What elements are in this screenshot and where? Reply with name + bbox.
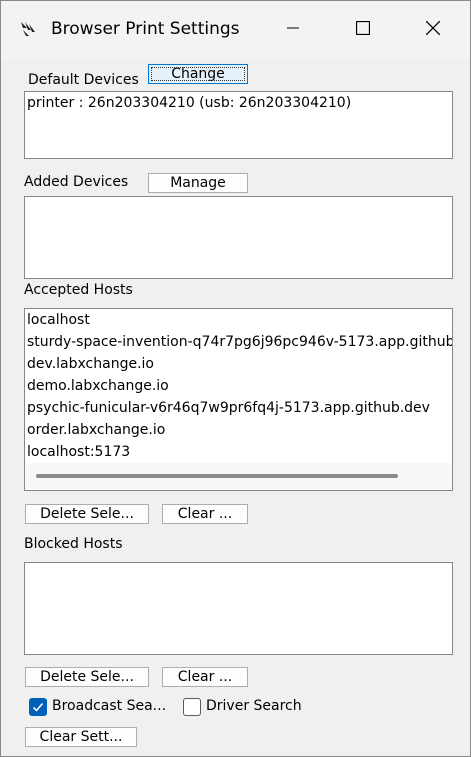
list-item[interactable]: demo.labxchange.io [25, 375, 452, 397]
list-item[interactable]: localhost [25, 309, 452, 331]
clear-accepted-button[interactable]: Clear ... [162, 504, 248, 524]
scrollbar-thumb[interactable] [36, 474, 398, 478]
accepted-hosts-label: Accepted Hosts [24, 282, 133, 298]
delete-selected-accepted-button[interactable]: Delete Sele... [25, 504, 149, 524]
maximize-icon [355, 20, 371, 39]
minimize-icon [287, 22, 299, 38]
driver-search-checkbox[interactable] [183, 698, 201, 716]
close-button[interactable] [398, 1, 468, 59]
minimize-button[interactable] [258, 1, 328, 59]
maximize-button[interactable] [328, 1, 398, 59]
accepted-hosts-list[interactable]: localhost sturdy-space-invention-q74r7pg… [24, 308, 453, 491]
list-item[interactable]: order.labxchange.io [25, 419, 452, 441]
broadcast-search-label[interactable]: Broadcast Sea... [52, 698, 166, 714]
driver-search-label[interactable]: Driver Search [206, 698, 302, 714]
browser-print-settings-window: Browser Print Settings Default Devices C… [0, 0, 471, 757]
list-item[interactable]: printer : 26n203304210 (usb: 26n20330421… [25, 92, 452, 114]
list-item[interactable]: psychic-funicular-v6r46q7w9pr6fq4j-5173.… [25, 397, 452, 419]
default-devices-label: Default Devices [28, 72, 139, 88]
list-item[interactable]: dev.labxchange.io [25, 353, 452, 375]
list-item[interactable]: sturdy-space-invention-q74r7pg6j96pc946v… [25, 331, 452, 353]
list-item[interactable]: localhost:5173 [25, 441, 452, 463]
broadcast-search-checkbox[interactable] [29, 698, 47, 716]
close-icon [425, 20, 441, 39]
zebra-app-icon [19, 20, 37, 38]
title-bar[interactable]: Browser Print Settings [1, 1, 470, 59]
clear-blocked-button[interactable]: Clear ... [162, 667, 248, 687]
added-devices-label: Added Devices [24, 174, 129, 190]
blocked-hosts-label: Blocked Hosts [24, 536, 123, 552]
default-devices-list[interactable]: printer : 26n203304210 (usb: 26n20330421… [24, 91, 453, 159]
window-title: Browser Print Settings [51, 19, 240, 39]
manage-devices-button[interactable]: Manage [148, 173, 248, 193]
clear-settings-button[interactable]: Clear Sett... [25, 727, 137, 747]
change-default-device-button[interactable]: Change [148, 64, 248, 84]
delete-selected-blocked-button[interactable]: Delete Sele... [25, 667, 149, 687]
horizontal-scrollbar[interactable] [26, 463, 451, 489]
blocked-hosts-list[interactable] [24, 562, 453, 655]
added-devices-list[interactable] [24, 196, 453, 279]
